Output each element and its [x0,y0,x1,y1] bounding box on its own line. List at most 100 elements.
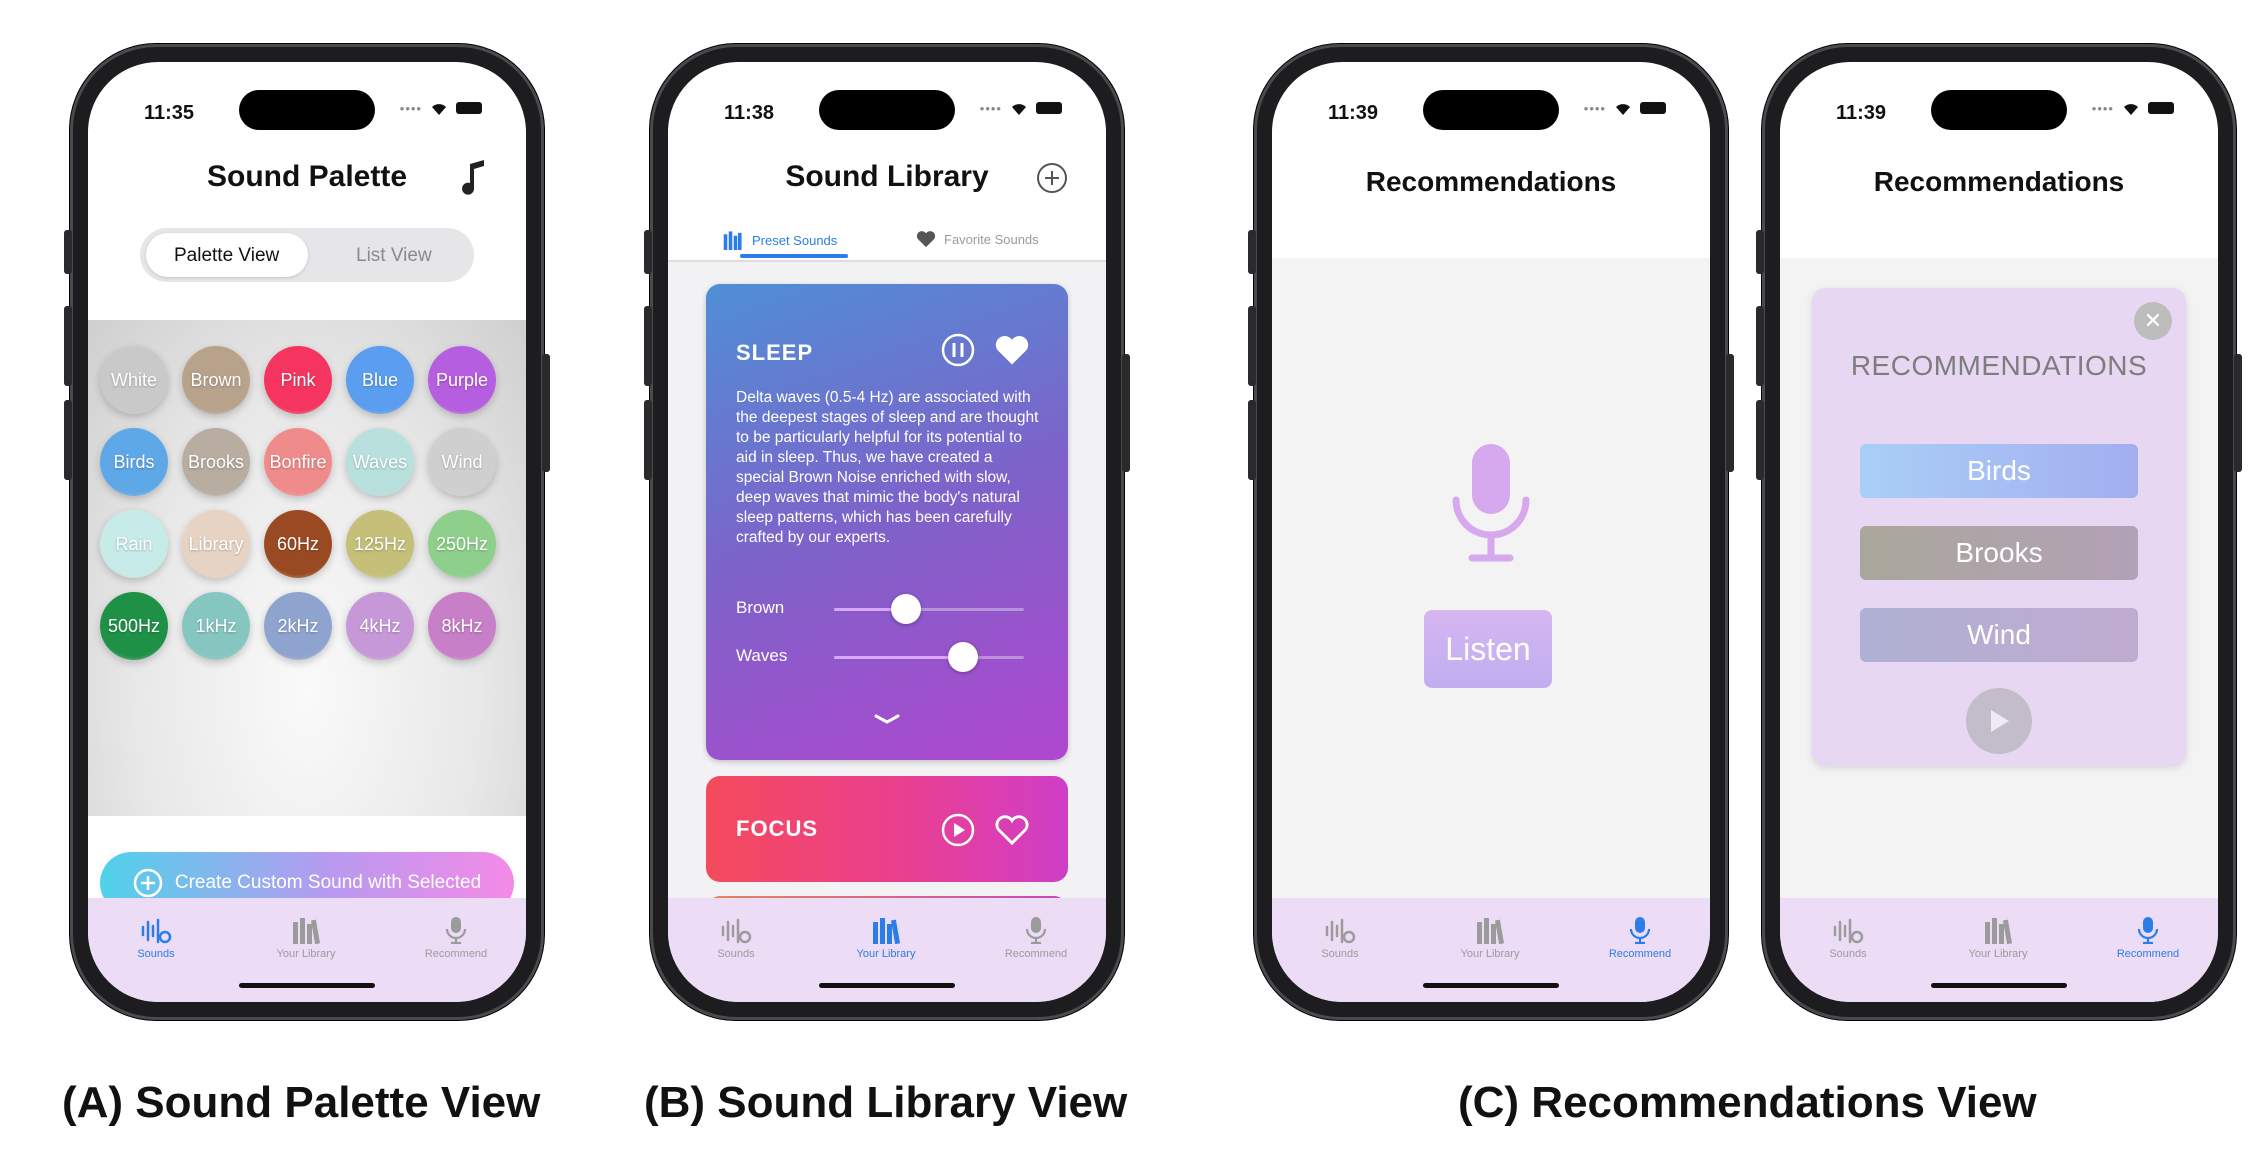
tab-preset-sounds[interactable]: Preset Sounds [722,230,837,250]
tab-bar: Sounds Your Library Recommend [1780,898,2218,1002]
tab-recommend[interactable]: Recommend [406,916,506,960]
side-button [644,306,652,386]
side-button [1756,400,1764,480]
play-icon[interactable] [940,812,976,848]
signal-icon: •••• [979,100,1002,116]
play-button[interactable] [1966,688,2032,754]
sound-card-focus[interactable]: FOCUS [706,776,1068,882]
tab-your-library[interactable]: Your Library [256,916,356,960]
tab-sounds-label: Sounds [137,948,175,960]
card-title: SLEEP [736,340,814,365]
sound-circle-250hz[interactable]: 250Hz [428,510,496,578]
sound-circle-purple[interactable]: Purple [428,346,496,414]
heart-outline-icon[interactable] [994,814,1030,846]
music-note-icon[interactable] [460,160,486,196]
waveform-icon [1833,918,1864,944]
side-button [542,354,550,472]
sound-card-sleep[interactable]: SLEEP Delta waves (0.5-4 Hz) are associa… [706,284,1068,760]
caption-c: (C) Recommendations View [1458,1078,2037,1127]
slider-waves[interactable] [834,642,1024,672]
tab-sounds[interactable]: Sounds [106,916,206,960]
screen: 11:39 •••• Recommendations Listen Sounds… [1272,62,1710,1002]
screen: 11:38 •••• Sound Library Preset Sounds F… [668,62,1106,1002]
status-time: 11:38 [724,102,775,124]
recommend-content [1272,258,1710,898]
sound-circle-125hz[interactable]: 125Hz [346,510,414,578]
segment-list-view[interactable]: List View [356,245,432,267]
add-circle-icon[interactable] [1036,162,1068,194]
modal-title: RECOMMENDATIONS [1850,350,2148,381]
recommendation-birds[interactable]: Birds [1860,444,2138,498]
sound-circle-8khz[interactable]: 8kHz [428,592,496,660]
tab-recommend[interactable]: Recommend [986,916,1086,960]
tab-sounds-label: Sounds [1829,948,1867,960]
status-icons: •••• [400,100,482,116]
tab-your-library[interactable]: Your Library [1948,916,2048,960]
microphone-icon[interactable] [1448,442,1534,564]
wifi-icon [432,104,446,115]
sound-circle-rain[interactable]: Rain [100,510,168,578]
tab-indicator [740,254,848,258]
chevron-down-icon[interactable] [872,712,902,726]
library-tabs: Preset Sounds Favorite Sounds [668,226,1106,262]
side-button [644,230,652,274]
card-title: FOCUS [736,816,818,841]
microphone-icon [1025,917,1047,944]
sound-circle-brooks[interactable]: Brooks [182,428,250,496]
recommendation-wind[interactable]: Wind [1860,608,2138,662]
sound-circle-waves[interactable]: Waves [346,428,414,496]
side-button [64,230,72,274]
tab-recommend-label: Recommend [1004,948,1068,960]
home-indicator [1423,983,1559,988]
battery-icon [1036,102,1062,114]
sound-circle-brown[interactable]: Brown [182,346,250,414]
tab-sounds[interactable]: Sounds [1290,916,1390,960]
microphone-icon [2137,917,2159,944]
recommendations-modal: ✕ RECOMMENDATIONS Birds Brooks Wind [1812,288,2186,766]
pause-icon[interactable] [940,332,976,368]
screen: 11:35 •••• Sound Palette Palette View Li… [88,62,526,1002]
heart-icon [916,231,936,248]
sound-circle-pink[interactable]: Pink [264,346,332,414]
home-indicator [1931,983,2067,988]
home-indicator [819,983,955,988]
tab-sounds[interactable]: Sounds [686,916,786,960]
sound-circle-2khz[interactable]: 2kHz [264,592,332,660]
tab-your-library[interactable]: Your Library [836,916,936,960]
slider-label-waves: Waves [736,646,788,665]
tab-recommend-label: Recommend [2116,948,2180,960]
slider-thumb[interactable] [948,642,979,672]
sound-circle-wind[interactable]: Wind [428,428,496,496]
tab-recommend[interactable]: Recommend [2098,916,2198,960]
heart-filled-icon[interactable] [994,334,1030,366]
signal-icon: •••• [2091,100,2114,116]
sound-circle-60hz[interactable]: 60Hz [264,510,332,578]
side-button [2234,354,2242,472]
close-icon[interactable]: ✕ [2134,302,2172,340]
sound-circle-library[interactable]: Library [182,510,250,578]
slider-brown[interactable] [834,594,1024,624]
tab-sounds[interactable]: Sounds [1798,916,1898,960]
sound-circle-4khz[interactable]: 4kHz [346,592,414,660]
tab-your-library[interactable]: Your Library [1440,916,1540,960]
phone-sound-palette: 11:35 •••• Sound Palette Palette View Li… [64,44,550,1020]
recommendation-brooks[interactable]: Brooks [1860,526,2138,580]
wifi-icon [1012,104,1026,115]
slider-thumb[interactable] [891,594,922,624]
tab-favorite-sounds[interactable]: Favorite Sounds [916,230,1039,248]
sound-circle-white[interactable]: White [100,346,168,414]
sound-circle-birds[interactable]: Birds [100,428,168,496]
side-button [1756,306,1764,386]
sound-circle-blue[interactable]: Blue [346,346,414,414]
tab-recommend[interactable]: Recommend [1590,916,1690,960]
dynamic-island [1931,90,2067,130]
segment-palette-view[interactable]: Palette View [174,245,279,267]
play-icon [1991,710,2009,732]
side-button [1122,354,1130,472]
view-segmented-control[interactable]: Palette View List View [140,228,474,282]
sound-circle-500hz[interactable]: 500Hz [100,592,168,660]
listen-button[interactable]: Listen [1424,610,1552,688]
sound-circle-bonfire[interactable]: Bonfire [264,428,332,496]
books-icon [723,231,742,250]
sound-circle-1khz[interactable]: 1kHz [182,592,250,660]
